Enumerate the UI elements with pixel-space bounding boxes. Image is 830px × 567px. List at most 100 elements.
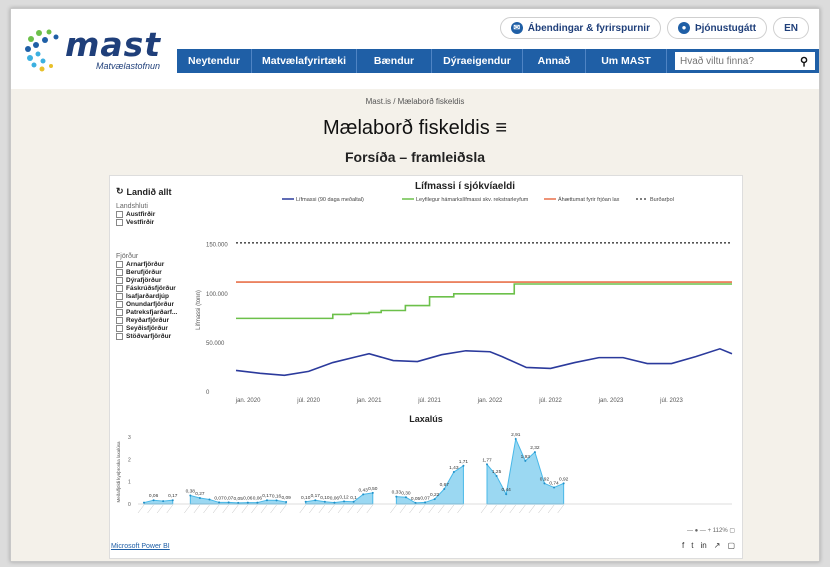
x-tick — [390, 504, 397, 514]
x-tick — [547, 504, 555, 514]
zoom-level[interactable]: — ● — + 112% ▢ — [687, 527, 735, 534]
fjord-checkbox[interactable]: Önundarfjörður — [116, 301, 184, 308]
data-point — [333, 501, 336, 504]
nav-item-matvaelafyrirtaeki[interactable]: Matvælafyrirtæki — [252, 49, 357, 73]
data-label: 0,92 — [559, 476, 569, 482]
data-label: 0,07 — [420, 495, 430, 501]
legend-item: Áhættumat fyrir frjóan lax — [544, 196, 620, 203]
checkbox-label: Dýrafjörður — [126, 277, 162, 284]
x-tick — [328, 504, 335, 514]
top-links: ✉ Ábendingar & fyrirspurnir ● Þjónustugátt… — [499, 17, 809, 39]
x-tick — [309, 504, 316, 514]
refresh-icon: ↻ — [116, 186, 124, 196]
checkbox-box[interactable] — [116, 309, 123, 316]
data-label: 0,10 — [320, 495, 330, 501]
fjord-checkbox[interactable]: Stöðvarfjörður — [116, 333, 184, 340]
data-label: 0,43 — [359, 487, 369, 493]
checkbox-box[interactable] — [116, 325, 123, 332]
feedback-link[interactable]: ✉ Ábendingar & fyrirspurnir — [499, 17, 661, 39]
biomass-line-chart: Lífmassi í sjókvíaeldi Lífmassi (90 daga … — [196, 181, 733, 404]
checkbox-box[interactable] — [116, 285, 123, 292]
data-label: 0,38 — [186, 489, 196, 495]
search-icon[interactable]: ⚲ — [800, 55, 808, 68]
data-point — [218, 501, 221, 504]
region-checkbox[interactable]: Austfirðir — [116, 211, 184, 218]
data-point — [304, 500, 307, 503]
data-point — [162, 500, 165, 503]
data-point — [275, 499, 278, 502]
x-tick — [399, 504, 407, 514]
data-point — [189, 494, 192, 497]
x-tick — [500, 504, 507, 514]
data-point — [562, 482, 565, 485]
breadcrumb[interactable]: Mast.is / Mælaborð fiskeldis — [11, 97, 819, 106]
data-point — [543, 482, 546, 485]
data-label: 0,12 — [339, 494, 349, 500]
x-tick — [557, 504, 564, 514]
service-portal-link[interactable]: ● Þjónustugátt — [666, 17, 768, 39]
checkbox-box[interactable] — [116, 269, 123, 276]
reset-filter-button[interactable]: ↻ Landið allt — [116, 186, 184, 197]
fjord-checkbox[interactable]: Berufjörður — [116, 269, 184, 276]
data-point — [362, 493, 365, 496]
data-point — [227, 501, 230, 504]
checkbox-box[interactable] — [116, 293, 123, 300]
mast-logo[interactable]: mast Matvælastofnun — [23, 25, 173, 77]
data-label: 0,16 — [272, 493, 282, 499]
checkbox-box[interactable] — [116, 317, 123, 324]
data-label: 0,50 — [368, 486, 378, 492]
fjord-checkbox[interactable]: Reyðarfjörður — [116, 317, 184, 324]
checkbox-box[interactable] — [116, 333, 123, 340]
region-checkbox[interactable]: Vestfirðir — [116, 219, 184, 226]
chart-title: Laxalús — [409, 414, 443, 424]
powerbi-link[interactable]: Microsoft Power BI — [111, 543, 170, 550]
x-tick-label: jan. 2022 — [477, 398, 503, 404]
menu-icon[interactable]: ≡ — [495, 117, 507, 139]
nav-item-annad[interactable]: Annað — [523, 49, 586, 73]
data-point — [505, 493, 508, 496]
data-point — [343, 500, 346, 503]
data-label: 0,05 — [234, 496, 244, 502]
x-tick-label: jan. 2020 — [235, 398, 261, 404]
data-point — [208, 498, 211, 501]
checkbox-box[interactable] — [116, 261, 123, 268]
data-label: 0,74 — [549, 480, 559, 486]
fjord-checkbox[interactable]: Patreksfjarðarf... — [116, 309, 184, 316]
checkbox-box[interactable] — [116, 219, 123, 226]
x-tick — [418, 504, 426, 514]
fjord-checkbox[interactable]: Fáskrúðsfjörður — [116, 285, 184, 292]
x-tick — [137, 504, 145, 514]
data-point — [237, 501, 240, 504]
legend-item: Burðarþol — [636, 196, 674, 203]
twitter-icon[interactable]: t — [691, 541, 693, 550]
fullscreen-icon[interactable]: ▢ — [727, 541, 735, 550]
nav-item-neytendur[interactable]: Neytendur — [177, 49, 252, 73]
linkedin-icon[interactable]: in — [701, 541, 707, 550]
facebook-icon[interactable]: f — [682, 541, 684, 550]
data-label: 0,06 — [330, 496, 340, 502]
nav-item-dyraeigendur[interactable]: Dýraeigendur — [432, 49, 523, 73]
checkbox-box[interactable] — [116, 277, 123, 284]
nav-item-baendur[interactable]: Bændur — [357, 49, 432, 73]
x-tick — [428, 504, 435, 514]
x-tick — [490, 504, 497, 514]
checkbox-label: Berufjörður — [126, 269, 162, 276]
search-input[interactable] — [675, 54, 800, 68]
language-en-link[interactable]: EN — [773, 17, 809, 39]
fjord-checkbox[interactable]: Arnarfjörður — [116, 261, 184, 268]
data-label: 0,30 — [401, 490, 411, 496]
checkbox-box[interactable] — [116, 211, 123, 218]
share-icon[interactable]: ↗ — [714, 541, 721, 550]
fjord-checkbox[interactable]: Dýrafjörður — [116, 277, 184, 284]
checkbox-label: Seyðisfjörður — [126, 325, 168, 332]
fjord-checkbox[interactable]: Seyðisfjörður — [116, 325, 184, 332]
data-point — [524, 459, 527, 462]
fjord-checkbox[interactable]: Ísafjarðardjúp — [116, 293, 184, 300]
y-tick-label: 2 — [128, 457, 131, 463]
data-point — [553, 486, 556, 489]
data-point — [314, 499, 317, 502]
nav-item-um-mast[interactable]: Um MAST — [586, 49, 667, 73]
x-tick — [251, 504, 258, 514]
x-tick — [166, 504, 173, 514]
checkbox-box[interactable] — [116, 301, 123, 308]
